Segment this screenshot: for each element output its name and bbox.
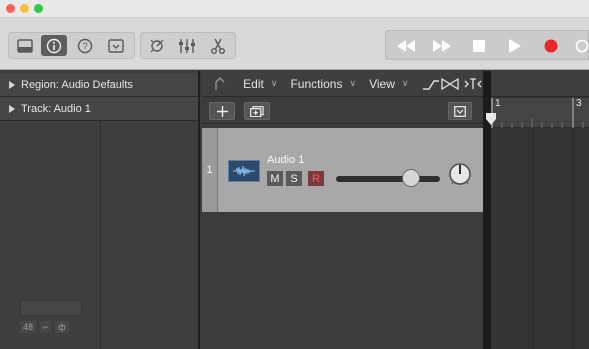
volume-fader[interactable] bbox=[336, 176, 440, 182]
mixer-button[interactable] bbox=[174, 35, 200, 56]
view-menu-label: View bbox=[369, 76, 395, 91]
inspector-panel: Region: Audio Defaults Track: Audio 1 48… bbox=[0, 71, 200, 349]
chevron-down-icon: ∨ bbox=[349, 78, 357, 88]
catch-button[interactable] bbox=[210, 75, 229, 93]
arrange-area: 1 3 bbox=[486, 71, 589, 349]
control-bar: ? bbox=[0, 18, 589, 70]
logic-window: ? Region: Audio Defaults Track: Audio 1 … bbox=[0, 0, 589, 349]
track-header-bar bbox=[202, 98, 483, 124]
smart-controls-button[interactable] bbox=[144, 35, 170, 56]
zoom-window-button[interactable] bbox=[34, 4, 43, 13]
duplicate-track-icon bbox=[250, 105, 264, 117]
snap-icon bbox=[464, 77, 482, 89]
functions-menu-label: Functions bbox=[290, 76, 343, 91]
catch-icon bbox=[214, 76, 225, 90]
track-inspector-label: Track: Audio 1 bbox=[21, 102, 91, 115]
library-icon bbox=[17, 38, 33, 53]
record-icon bbox=[544, 39, 558, 53]
ruler-ticks bbox=[491, 98, 584, 128]
ruler[interactable]: 1 3 bbox=[486, 98, 589, 128]
channel-strip-slot[interactable] bbox=[20, 300, 82, 316]
toolbar-icon bbox=[108, 38, 124, 53]
plus-icon bbox=[216, 105, 228, 117]
stop-icon bbox=[473, 40, 485, 52]
arrange-menu-bar bbox=[491, 71, 589, 97]
disclosure-triangle-icon bbox=[9, 104, 15, 113]
global-tracks-icon bbox=[454, 105, 466, 117]
editors-icon bbox=[211, 38, 225, 54]
playhead-icon[interactable] bbox=[485, 112, 497, 126]
channel-strip-divider bbox=[100, 119, 101, 349]
add-track-button[interactable] bbox=[209, 102, 235, 120]
library-button[interactable] bbox=[12, 35, 38, 56]
help-icon: ? bbox=[77, 38, 93, 53]
record-enable-button[interactable]: R bbox=[308, 171, 324, 186]
cycle-icon bbox=[575, 39, 589, 53]
rewind-button[interactable] bbox=[390, 35, 422, 57]
stop-button[interactable] bbox=[464, 35, 494, 57]
tracks-menu-bar: Edit ∨ Functions ∨ View ∨ bbox=[202, 71, 483, 97]
mixer-icon bbox=[179, 38, 195, 53]
chevron-down-icon: ∨ bbox=[270, 78, 278, 88]
track-row[interactable]: 1 Audio 1 M S R bbox=[202, 128, 483, 212]
pan-knob[interactable] bbox=[447, 161, 473, 187]
view-menu[interactable]: View ∨ bbox=[369, 77, 408, 91]
close-window-button[interactable] bbox=[6, 4, 15, 13]
disclosure-triangle-icon bbox=[9, 80, 15, 89]
duplicate-track-button[interactable] bbox=[244, 102, 270, 120]
smart-controls-icon bbox=[150, 39, 164, 52]
cycle-button[interactable] bbox=[572, 35, 589, 57]
edit-menu[interactable]: Edit ∨ bbox=[243, 77, 277, 91]
flex-icon bbox=[441, 77, 459, 90]
title-bar bbox=[0, 0, 589, 18]
fast-forward-button[interactable] bbox=[426, 35, 458, 57]
grid-line bbox=[532, 128, 533, 349]
transport-controls bbox=[385, 30, 589, 60]
play-button[interactable] bbox=[500, 35, 530, 57]
inspector-icon bbox=[46, 38, 62, 53]
svg-text:?: ? bbox=[82, 41, 88, 52]
fast-forward-icon bbox=[433, 40, 451, 52]
chevron-down-icon: ∨ bbox=[401, 78, 409, 88]
editors-button[interactable] bbox=[205, 35, 231, 56]
play-icon bbox=[509, 39, 521, 53]
automation-button[interactable] bbox=[421, 75, 440, 93]
track-inspector-header[interactable]: Track: Audio 1 bbox=[0, 97, 198, 121]
sample-rate-button[interactable]: 48 bbox=[20, 321, 37, 333]
minimize-window-button[interactable] bbox=[20, 4, 29, 13]
volume-fader-knob[interactable] bbox=[402, 169, 420, 187]
channel-strip-format-row: 48 ⌐ ф bbox=[20, 320, 69, 334]
audio-waveform-icon bbox=[228, 160, 260, 182]
track-number: 1 bbox=[202, 128, 218, 212]
snap-button[interactable] bbox=[464, 75, 483, 93]
functions-menu[interactable]: Functions ∨ bbox=[290, 77, 356, 91]
automation-icon bbox=[423, 79, 440, 90]
toolbar-button[interactable] bbox=[103, 35, 129, 56]
record-button[interactable] bbox=[536, 35, 566, 57]
global-tracks-button[interactable] bbox=[448, 102, 472, 120]
link-button[interactable]: ⌐ bbox=[40, 321, 52, 333]
inspector-button[interactable] bbox=[41, 35, 67, 56]
tracks-area: Edit ∨ Functions ∨ View ∨ 1 Audio 1 M S … bbox=[202, 71, 483, 349]
grid-line bbox=[573, 128, 574, 349]
rewind-icon bbox=[397, 40, 415, 52]
mute-button[interactable]: M bbox=[267, 171, 283, 186]
region-inspector-header[interactable]: Region: Audio Defaults bbox=[0, 73, 198, 97]
input-format-button[interactable]: ф bbox=[55, 321, 69, 333]
flex-button[interactable] bbox=[441, 75, 460, 93]
region-inspector-label: Region: Audio Defaults bbox=[21, 78, 133, 91]
help-button[interactable]: ? bbox=[72, 35, 98, 56]
track-name[interactable]: Audio 1 bbox=[267, 154, 304, 166]
solo-button[interactable]: S bbox=[286, 171, 302, 186]
edit-menu-label: Edit bbox=[243, 76, 264, 91]
